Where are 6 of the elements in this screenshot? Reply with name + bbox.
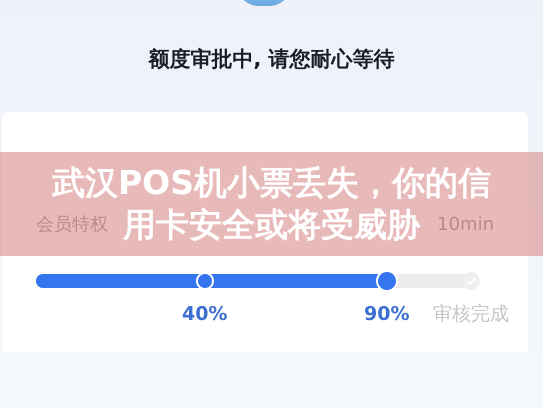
step-label: 90% bbox=[364, 302, 410, 326]
status-title: 额度审批中, 请您耐心等待 bbox=[148, 46, 395, 73]
step-label: 40% bbox=[182, 302, 228, 326]
step-label: 审核完成 bbox=[433, 302, 510, 326]
headline-text: 武汉POS机小票丢失，你的信 bbox=[52, 163, 491, 203]
headline-text: 用卡安全或将受威胁 bbox=[123, 205, 420, 245]
